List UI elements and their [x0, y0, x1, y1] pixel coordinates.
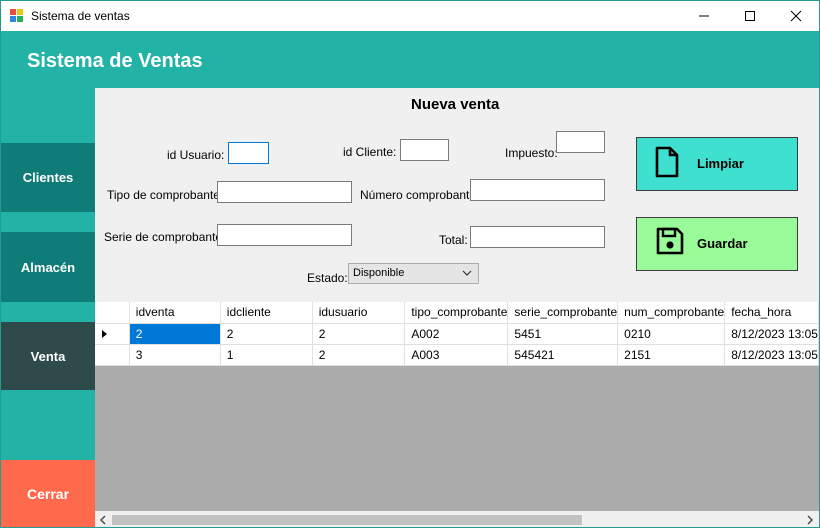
column-header-idventa[interactable]: idventa	[129, 302, 221, 324]
sales-table: idventa idcliente idusuario tipo_comprob…	[95, 302, 819, 366]
current-row-icon	[102, 329, 107, 338]
table-cell[interactable]: 2	[129, 323, 221, 345]
table-header-row: idventa idcliente idusuario tipo_comprob…	[95, 302, 819, 324]
sale-form-panel: Nueva venta id Usuario: id Cliente: Impu…	[95, 88, 819, 302]
sidebar-item-label: Clientes	[22, 170, 74, 185]
id-cliente-label: id Cliente:	[343, 145, 397, 159]
numero-comprobante-label: Número comprobante:	[360, 188, 480, 202]
form-title: Nueva venta	[411, 96, 500, 113]
table-corner-cell[interactable]	[95, 302, 130, 324]
estado-label: Estado:	[307, 271, 348, 285]
sidebar-item-label: Venta	[30, 348, 66, 364]
numero-comprobante-input[interactable]	[470, 179, 605, 201]
table-cell[interactable]: A002	[404, 323, 509, 345]
impuesto-input[interactable]	[556, 131, 605, 153]
maximize-icon	[745, 11, 755, 21]
table-cell[interactable]: 3	[129, 344, 221, 366]
document-icon	[655, 146, 679, 178]
row-header[interactable]	[95, 344, 130, 366]
row-header[interactable]	[95, 323, 130, 345]
table-cell[interactable]: 2151	[617, 344, 726, 366]
chevron-down-icon	[462, 270, 472, 276]
table-cell[interactable]: 1	[220, 344, 313, 366]
sidebar-item-venta[interactable]: Venta	[1, 322, 95, 390]
scrollbar-thumb[interactable]	[112, 515, 582, 525]
close-icon	[790, 10, 802, 22]
sidebar-item-cerrar[interactable]: Cerrar	[1, 460, 95, 527]
scroll-right-icon[interactable]	[806, 515, 814, 525]
column-header-fecha-hora[interactable]: fecha_hora	[724, 302, 819, 324]
scroll-left-icon[interactable]	[99, 515, 107, 525]
column-header-idusuario[interactable]: idusuario	[312, 302, 406, 324]
sidebar-item-label: Cerrar	[26, 486, 70, 502]
save-icon	[656, 227, 684, 255]
serie-comprobante-label: Serie de comprobante:	[104, 230, 226, 244]
impuesto-label: Impuesto:	[505, 146, 558, 160]
sidebar: Clientes Almacén Venta Cerrar	[1, 88, 95, 527]
table-row[interactable]: 3 1 2 A003 545421 2151 8/12/2023 13:05	[95, 344, 819, 366]
table-cell[interactable]: 8/12/2023 13:05	[724, 344, 819, 366]
id-cliente-input[interactable]	[400, 139, 449, 161]
app-window-icon	[10, 9, 24, 23]
table-cell[interactable]: 545421	[507, 344, 619, 366]
maximize-button[interactable]	[727, 1, 773, 31]
guardar-button[interactable]: Guardar	[636, 217, 798, 271]
column-header-serie-comprobante[interactable]: serie_comprobante	[507, 302, 619, 324]
window-title: Sistema de ventas	[31, 9, 130, 23]
table-cell[interactable]: 2	[312, 344, 406, 366]
limpiar-button[interactable]: Limpiar	[636, 137, 798, 191]
total-input[interactable]	[470, 226, 605, 248]
table-cell[interactable]: 2	[312, 323, 406, 345]
id-usuario-label: id Usuario:	[167, 148, 225, 162]
main-window: Sistema de ventas Sistema de Ventas Clie…	[0, 0, 820, 528]
total-label: Total:	[439, 233, 468, 247]
sales-data-grid[interactable]: idventa idcliente idusuario tipo_comprob…	[95, 302, 819, 527]
sidebar-item-almacen[interactable]: Almacén	[1, 232, 95, 302]
tipo-comprobante-label: Tipo de comprobante:	[107, 188, 224, 202]
table-cell[interactable]: 0210	[617, 323, 726, 345]
header-title: Sistema de Ventas	[27, 50, 203, 72]
tipo-comprobante-input[interactable]	[217, 181, 352, 203]
app-header: Sistema de Ventas	[1, 31, 819, 88]
horizontal-scrollbar[interactable]	[95, 511, 819, 527]
sidebar-item-clientes[interactable]: Clientes	[1, 143, 95, 212]
table-cell[interactable]: 8/12/2023 13:05	[724, 323, 819, 345]
estado-selected-value: Disponible	[353, 267, 405, 279]
column-header-num-comprobante[interactable]: num_comprobante	[617, 302, 726, 324]
serie-comprobante-input[interactable]	[217, 224, 352, 246]
title-bar[interactable]: Sistema de ventas	[1, 1, 819, 31]
minimize-icon	[699, 15, 709, 17]
limpiar-label: Limpiar	[697, 156, 744, 171]
table-cell[interactable]: 5451	[507, 323, 619, 345]
table-cell[interactable]: 2	[220, 323, 313, 345]
id-usuario-input[interactable]	[228, 142, 269, 164]
estado-select[interactable]: Disponible	[348, 263, 479, 284]
table-cell[interactable]: A003	[404, 344, 509, 366]
column-header-idcliente[interactable]: idcliente	[220, 302, 313, 324]
guardar-label: Guardar	[697, 236, 748, 251]
column-header-tipo-comprobante[interactable]: tipo_comprobante	[404, 302, 509, 324]
table-row[interactable]: 2 2 2 A002 5451 0210 8/12/2023 13:05	[95, 323, 819, 345]
minimize-button[interactable]	[681, 1, 727, 31]
sidebar-item-label: Almacén	[20, 259, 76, 275]
close-window-button[interactable]	[773, 1, 819, 31]
